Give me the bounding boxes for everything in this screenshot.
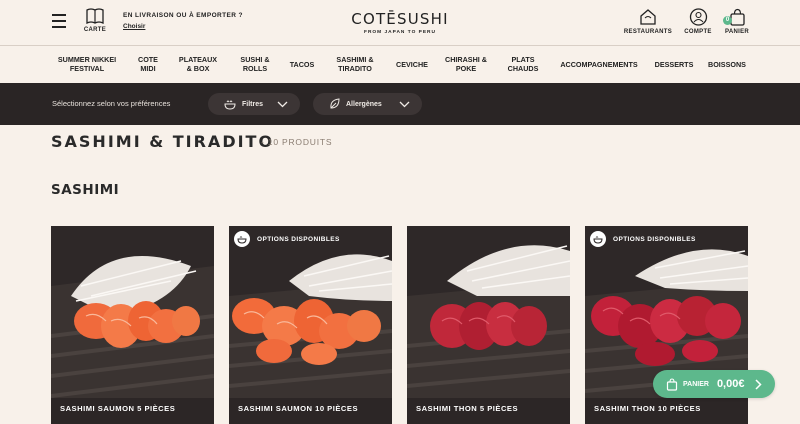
restaurants-label: RESTAURANTS: [623, 29, 673, 35]
category-desserts[interactable]: DESSERTS: [655, 60, 694, 69]
carte-label: CARTE: [83, 27, 107, 33]
filters-dropdown[interactable]: Filtres: [208, 93, 300, 115]
product-count: - 10 PRODUITS: [261, 137, 333, 147]
cart-link[interactable]: 0 PANIER: [723, 8, 751, 35]
options-badge: OPTIONS DISPONIBLES: [234, 231, 340, 247]
category-chirashi-poke[interactable]: CHIRASHI & POKE: [445, 55, 487, 73]
filter-prompt: Sélectionnez selon vos préférences: [52, 99, 171, 108]
bowl-icon: [224, 100, 236, 110]
page-title: SASHIMI & TIRADITO: [51, 132, 275, 151]
filter-bar: Sélectionnez selon vos préférences Filtr…: [0, 83, 800, 125]
options-label: OPTIONS DISPONIBLES: [613, 235, 696, 243]
product-card[interactable]: SASHIMI THON 5 PIÈCES: [407, 226, 570, 424]
site-logo[interactable]: COTĒSUSHI FROM JAPAN TO PERU: [340, 10, 460, 35]
product-name: SASHIMI THON 5 PIÈCES: [416, 404, 519, 413]
category-boissons[interactable]: BOISSONS: [708, 60, 746, 69]
site-header: CARTE EN LIVRAISON OU À EMPORTER ? Chois…: [0, 0, 800, 46]
restaurant-icon: [640, 9, 656, 25]
bag-icon: [666, 377, 678, 391]
category-summer-nikkei[interactable]: SUMMER NIKKEI FESTIVAL: [58, 55, 116, 73]
product-name: SASHIMI THON 10 PIÈCES: [594, 404, 701, 413]
allergens-label: Allergènes: [346, 100, 382, 108]
carte-link[interactable]: CARTE: [82, 8, 108, 33]
product-card[interactable]: SASHIMI SAUMON 5 PIÈCES: [51, 226, 214, 424]
category-ceviche[interactable]: CEVICHE: [396, 60, 428, 69]
filters-label: Filtres: [242, 100, 264, 108]
logo-brand: COTĒSUSHI: [351, 10, 449, 28]
logo-tagline: FROM JAPAN TO PERU: [364, 30, 436, 35]
options-label: OPTIONS DISPONIBLES: [257, 235, 340, 243]
floating-cart-label: PANIER: [683, 380, 709, 388]
category-sashimi-tiradito[interactable]: SASHIMI & TIRADITO: [336, 55, 373, 73]
cart-badge: 0: [723, 16, 732, 25]
floating-cart-amount: 0,00€: [716, 378, 745, 390]
category-plateaux[interactable]: PLATEAUX & BOX: [179, 55, 217, 73]
hamburger-icon[interactable]: [52, 14, 66, 28]
bowl-icon: [234, 231, 250, 247]
leaf-icon: [330, 98, 340, 109]
book-icon: [86, 8, 104, 25]
allergens-dropdown[interactable]: Allergènes: [313, 93, 422, 115]
account-link[interactable]: COMPTE: [683, 8, 713, 35]
category-sushi-rolls[interactable]: SUSHI & ROLLS: [240, 55, 269, 73]
category-nav: SUMMER NIKKEI FESTIVAL COTE MIDI PLATEAU…: [0, 47, 800, 83]
account-label: COMPTE: [684, 29, 712, 35]
product-image: [407, 226, 570, 398]
product-name: SASHIMI SAUMON 10 PIÈCES: [238, 404, 359, 413]
restaurants-link[interactable]: RESTAURANTS: [623, 8, 673, 35]
floating-cart-button[interactable]: PANIER 0,00€: [653, 370, 775, 398]
delivery-selector: EN LIVRAISON OU À EMPORTER ? Choisir: [123, 12, 243, 30]
options-badge: OPTIONS DISPONIBLES: [590, 231, 696, 247]
category-plats-chauds[interactable]: PLATS CHAUDS: [508, 55, 539, 73]
product-image: [229, 226, 392, 398]
product-name: SASHIMI SAUMON 5 PIÈCES: [60, 404, 176, 413]
chevron-down-icon: [277, 101, 288, 108]
category-accompagnements[interactable]: ACCOMPAGNEMENTS: [560, 60, 637, 69]
section-heading: SASHIMI: [51, 182, 120, 198]
chevron-down-icon: [399, 101, 410, 108]
category-tacos[interactable]: TACOS: [290, 60, 315, 69]
cart-label: PANIER: [724, 29, 750, 35]
category-cote-midi[interactable]: COTE MIDI: [138, 55, 158, 73]
delivery-question: EN LIVRAISON OU À EMPORTER ?: [123, 12, 243, 19]
chevron-right-icon: [755, 378, 763, 390]
choose-link[interactable]: Choisir: [123, 23, 243, 30]
product-image: [51, 226, 214, 398]
user-icon: [689, 8, 707, 26]
product-card[interactable]: OPTIONS DISPONIBLES SASHIMI SAUMON 10 PI…: [229, 226, 392, 424]
bowl-icon: [590, 231, 606, 247]
